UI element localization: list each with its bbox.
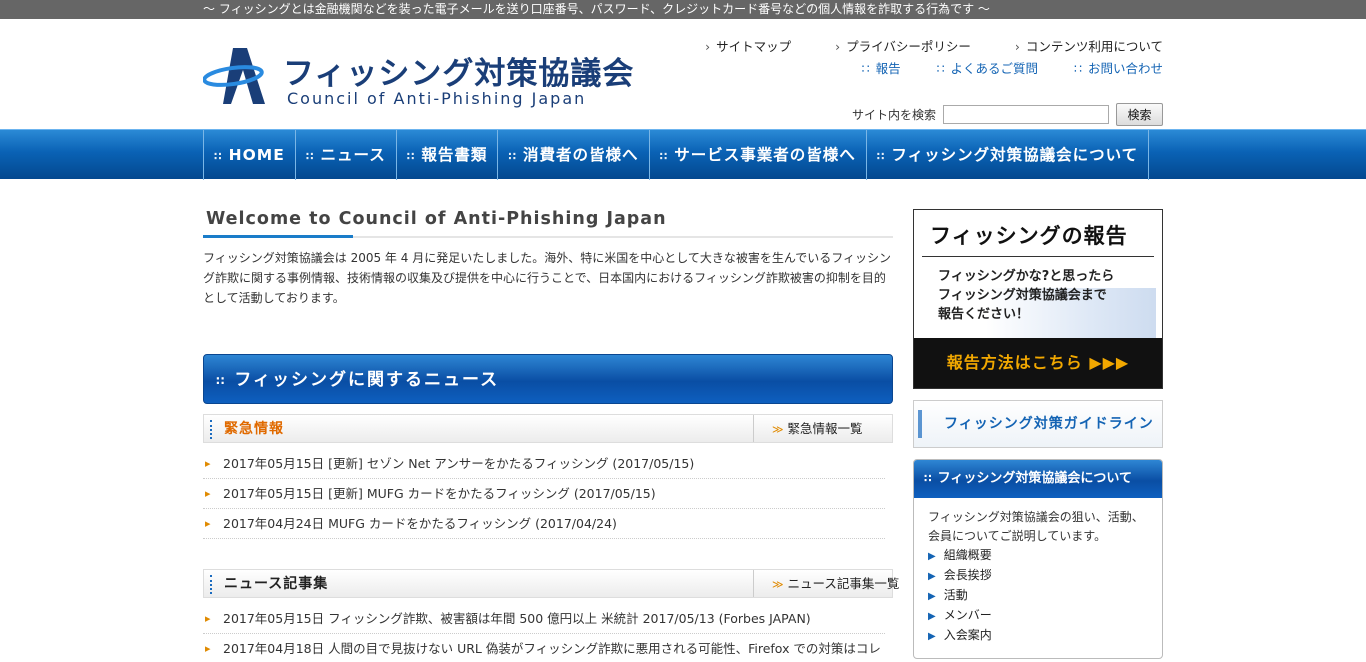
dots-icon: ∷	[659, 150, 669, 163]
dotted-bar-icon	[210, 420, 214, 439]
news-section-header: ∷ フィッシングに関するニュース	[203, 354, 893, 404]
about-links: ▶ 組織概要 ▶ 会長挨拶 ▶ 活動 ▶ メンバー ▶ 入会案内	[914, 546, 1162, 646]
guideline-banner-text: フィッシング対策ガイドライン	[944, 416, 1154, 432]
urgent-info-header: 緊急情報 ≫ 緊急情報一覧	[203, 414, 893, 443]
dots-icon: ∷	[216, 374, 227, 388]
search-input[interactable]	[943, 105, 1109, 124]
about-link-greeting[interactable]: ▶ 会長挨拶	[928, 566, 1162, 586]
news-articles-header: ニュース記事集 ≫ ニュース記事集一覧	[203, 569, 899, 598]
global-nav: ∷ HOME ∷ ニュース ∷ 報告書類 ∷ 消費者の皆様へ ∷ サービス事業者の皆様へ …	[0, 129, 1366, 180]
double-chevron-icon: ≫	[772, 578, 784, 591]
report-link[interactable]: ∷ 報告	[846, 61, 901, 76]
page-title: Welcome to Council of Anti-Phishing Japa…	[203, 209, 893, 238]
dots-icon: ∷	[861, 61, 870, 76]
accent-bar-icon	[918, 410, 922, 438]
nav-news[interactable]: ∷ ニュース	[296, 130, 397, 180]
about-box-header[interactable]: ∷ フィッシング対策協議会について	[914, 460, 1162, 498]
search-button[interactable]: 検索	[1116, 103, 1163, 126]
triangle-right-icon: ▶	[928, 631, 936, 642]
chevron-right-icon: ›	[1014, 39, 1020, 54]
about-link-join[interactable]: ▶ 入会案内	[928, 626, 1162, 646]
privacy-policy-link[interactable]: › プライバシーポリシー	[815, 39, 971, 54]
report-banner-title: フィッシングの報告	[930, 224, 1128, 248]
intro-text: フィッシング対策協議会は 2005 年 4 月に発足いたしました。海外、特に米国…	[203, 251, 891, 305]
site-header: フィッシング対策協議会 Council of Anti-Phishing Jap…	[0, 19, 1366, 129]
triangle-right-icon: ▶	[928, 611, 936, 622]
dots-icon: ∷	[876, 150, 886, 163]
about-box-text: フィッシング対策協議会の狙い、活動、会員についてご説明しています。	[928, 510, 1144, 543]
logo-japanese-text: フィッシング対策協議会	[283, 56, 635, 92]
news-articles-title: ニュース記事集	[224, 576, 329, 592]
dots-icon: ∷	[924, 472, 932, 485]
content-usage-link[interactable]: › コンテンツ利用について	[995, 39, 1163, 54]
about-link-activities[interactable]: ▶ 活動	[928, 586, 1162, 606]
list-item[interactable]: 2017年05月15日 フィッシング詐欺、被害額は年間 500 億円以上 米統計…	[203, 604, 885, 634]
list-item[interactable]: 2017年04月18日 人間の目で見抜けない URL 偽装がフィッシング詐欺に悪…	[203, 634, 885, 662]
logo-a-mark-icon	[203, 48, 265, 104]
about-link-organization[interactable]: ▶ 組織概要	[928, 546, 1162, 566]
triangle-right-icon: ▶	[928, 571, 936, 582]
list-item[interactable]: 2017年05月15日 [更新] セゾン Net アンサーをかたるフィッシング …	[203, 449, 885, 479]
dots-icon: ∷	[305, 150, 315, 163]
double-chevron-icon: ≫	[772, 423, 784, 436]
guideline-banner[interactable]: フィッシング対策ガイドライン	[913, 400, 1163, 448]
chevron-right-icon: ›	[835, 39, 841, 54]
urgent-info-list-link[interactable]: ≫ 緊急情報一覧	[753, 415, 892, 442]
logo-english-text: Council of Anti-Phishing Japan	[287, 89, 587, 108]
urgent-info-list: 2017年05月15日 [更新] セゾン Net アンサーをかたるフィッシング …	[203, 449, 893, 539]
urgent-info-title: 緊急情報	[224, 421, 284, 437]
news-articles-list: 2017年05月15日 フィッシング詐欺、被害額は年間 500 億円以上 米統計…	[203, 604, 893, 662]
chevron-right-icon: ›	[705, 39, 711, 54]
faq-link[interactable]: ∷ よくあるご質問	[921, 61, 1038, 76]
report-banner-text: フィッシングかな?と思ったら フィッシング対策協議会まで 報告ください！	[938, 269, 1115, 322]
nav-home[interactable]: ∷ HOME	[204, 130, 296, 180]
nav-reports[interactable]: ∷ 報告書類	[397, 130, 499, 180]
sitemap-link[interactable]: › サイトマップ	[685, 39, 791, 54]
dots-icon: ∷	[214, 150, 223, 163]
dots-icon: ∷	[406, 150, 416, 163]
nav-consumers[interactable]: ∷ 消費者の皆様へ	[498, 130, 650, 180]
dots-icon: ∷	[1074, 61, 1082, 76]
triangle-right-icon: ▶	[928, 551, 936, 562]
dotted-bar-icon	[210, 575, 214, 594]
list-item[interactable]: 2017年04月24日 MUFG カードをかたるフィッシング (2017/04/…	[203, 509, 885, 539]
list-item[interactable]: 2017年05月15日 [更新] MUFG カードをかたるフィッシング (201…	[203, 479, 885, 509]
news-articles-list-link[interactable]: ≫ ニュース記事集一覧	[753, 570, 899, 597]
sidebar: フィッシングの報告 フィッシングかな?と思ったら フィッシング対策協議会まで 報…	[913, 209, 1163, 659]
contact-link[interactable]: ∷ お問い合わせ	[1058, 61, 1163, 76]
dots-icon: ∷	[508, 150, 518, 163]
site-search: サイト内を検索 検索	[852, 103, 1163, 126]
about-link-members[interactable]: ▶ メンバー	[928, 606, 1162, 626]
report-method-button[interactable]: 報告方法はこちら ▶▶▶	[914, 338, 1162, 388]
report-banner[interactable]: フィッシングの報告 フィッシングかな?と思ったら フィッシング対策協議会まで 報…	[913, 209, 1163, 389]
search-label: サイト内を検索	[851, 108, 936, 122]
nav-service-providers[interactable]: ∷ サービス事業者の皆様へ	[650, 130, 867, 180]
tagline-text: 〜 フィッシングとは金融機関などを装った電子メールを送り口座番号、パスワード、ク…	[203, 2, 990, 16]
dots-icon: ∷	[936, 61, 945, 76]
site-logo[interactable]: フィッシング対策協議会 Council of Anti-Phishing Jap…	[203, 46, 633, 131]
main-column: Welcome to Council of Anti-Phishing Japa…	[203, 209, 899, 662]
top-tagline-bar: 〜 フィッシングとは金融機関などを装った電子メールを送り口座番号、パスワード、ク…	[0, 0, 1366, 19]
utility-links: › サイトマップ › プライバシーポリシー › コンテンツ利用について	[665, 36, 1163, 55]
nav-about[interactable]: ∷ フィッシング対策協議会について	[867, 130, 1150, 180]
support-links: ∷ 報告 ∷ よくあるご質問 ∷ お問い合わせ	[830, 58, 1163, 77]
triangle-right-icon: ▶	[928, 591, 936, 602]
about-box: ∷ フィッシング対策協議会について フィッシング対策協議会の狙い、活動、会員につい…	[913, 459, 1163, 659]
